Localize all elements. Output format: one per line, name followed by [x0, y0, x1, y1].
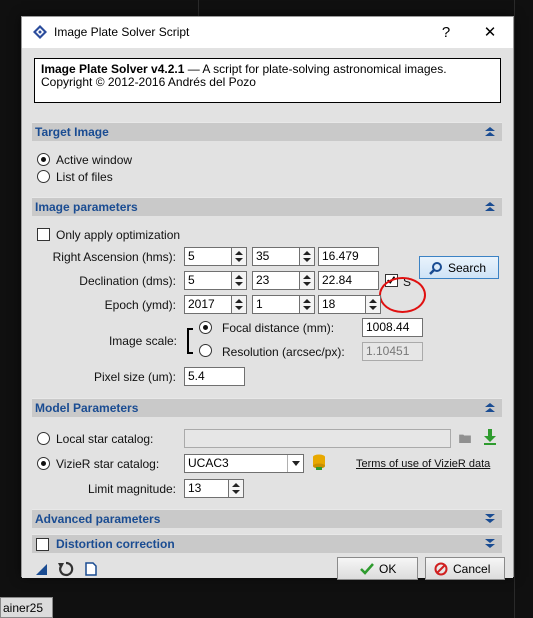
pixel-size-field[interactable]: 5.4 [184, 367, 245, 386]
vizier-catalog-value: UCAC3 [188, 456, 229, 470]
script-name: Image Plate Solver v4.2.1 [41, 62, 185, 76]
local-catalog-label: Local star catalog: [56, 432, 154, 446]
resolution-label: Resolution (arcsec/px): [222, 345, 345, 359]
section-title: Model Parameters [35, 401, 139, 415]
chevron-down-icon[interactable] [287, 455, 303, 472]
section-title: Image parameters [35, 200, 138, 214]
reset-icon[interactable] [57, 560, 75, 578]
dec-label: Declination (dms): [79, 274, 176, 288]
new-instance-icon[interactable] [34, 562, 48, 576]
dec-minutes-spinner[interactable] [300, 271, 315, 290]
local-catalog-field [184, 429, 451, 448]
resolution-radio[interactable] [199, 344, 212, 357]
ra-hours-field[interactable]: 5 [184, 247, 232, 266]
epoch-year-spinner[interactable] [232, 295, 247, 314]
ra-minutes-spinner[interactable] [300, 247, 315, 266]
search-button-label: Search [448, 261, 487, 275]
vizier-catalog-radio[interactable] [37, 457, 50, 470]
ok-button-label: OK [379, 562, 397, 576]
image-scale-label: Image scale: [108, 334, 177, 348]
plate-solver-dialog: Image Plate Solver Script ? ✕ Image Plat… [21, 16, 514, 580]
desktop-background-line [198, 0, 199, 16]
background-window-tab-label: ainer25 [3, 601, 44, 615]
section-advanced-parameters[interactable]: Advanced parameters [32, 509, 502, 528]
epoch-day-field[interactable]: 18 [318, 295, 366, 314]
epoch-month-field[interactable]: 1 [252, 295, 300, 314]
terms-of-use-link[interactable]: Terms of use of VizieR data [356, 458, 490, 470]
limit-magnitude-label: Limit magnitude: [87, 482, 176, 496]
ra-label: Right Ascension (hms): [52, 250, 176, 264]
section-title: Target Image [35, 125, 109, 139]
checkmark-icon [360, 563, 374, 575]
vizier-catalog-select[interactable]: UCAC3 [184, 454, 304, 473]
list-of-files-radio[interactable] [37, 170, 50, 183]
folder-icon[interactable] [459, 433, 471, 443]
section-distortion-correction[interactable]: Distortion correction [32, 534, 502, 553]
limit-magnitude-field[interactable]: 13 [184, 479, 229, 498]
cancel-button-label: Cancel [453, 562, 491, 576]
section-title: Distortion correction [56, 537, 175, 551]
section-title: Advanced parameters [35, 512, 161, 526]
resolution-field: 1.10451 [362, 342, 423, 361]
ra-hours-spinner[interactable] [232, 247, 247, 266]
list-of-files-label: List of files [56, 170, 113, 184]
limit-magnitude-spinner[interactable] [229, 479, 244, 498]
epoch-label: Epoch (ymd): [104, 298, 176, 312]
database-icon[interactable] [312, 454, 326, 470]
section-model-parameters[interactable]: Model Parameters [32, 398, 502, 417]
help-button[interactable]: ? [424, 17, 468, 48]
background-window-tab[interactable]: ainer25 [0, 597, 53, 618]
only-apply-optimization-checkbox[interactable] [37, 228, 50, 241]
desktop-background-line [514, 0, 515, 618]
collapse-icon[interactable] [484, 201, 496, 213]
search-icon [429, 262, 442, 275]
pixinsight-app-icon [33, 25, 47, 39]
section-target-image[interactable]: Target Image [32, 122, 502, 141]
ok-button[interactable]: OK [337, 557, 418, 580]
active-window-label: Active window [56, 153, 133, 167]
focal-distance-label: Focal distance (mm): [222, 321, 335, 335]
only-apply-optimization-label: Only apply optimization [56, 228, 181, 242]
search-button[interactable]: Search [419, 256, 499, 279]
highlight-annotation-circle [379, 277, 426, 313]
bracket-icon [187, 328, 193, 354]
script-info-box: Image Plate Solver v4.2.1 — A script for… [34, 58, 501, 103]
dec-minutes-field[interactable]: 23 [252, 271, 300, 290]
active-window-radio[interactable] [37, 153, 50, 166]
pixel-size-label: Pixel size (um): [93, 370, 176, 384]
ra-seconds-field[interactable]: 16.479 [318, 247, 379, 266]
focal-distance-radio[interactable] [199, 321, 212, 334]
expand-icon[interactable] [484, 513, 496, 525]
window-title: Image Plate Solver Script [54, 25, 190, 39]
dialog-content: Image Plate Solver v4.2.1 — A script for… [22, 48, 513, 580]
script-description: — A script for plate-solving astronomica… [184, 62, 447, 76]
expand-icon[interactable] [484, 538, 496, 550]
close-button[interactable]: ✕ [468, 17, 512, 48]
section-image-parameters[interactable]: Image parameters [32, 197, 502, 216]
epoch-month-spinner[interactable] [300, 295, 315, 314]
collapse-icon[interactable] [484, 126, 496, 138]
focal-distance-field[interactable]: 1008.44 [362, 318, 423, 337]
dec-degrees-spinner[interactable] [232, 271, 247, 290]
distortion-correction-checkbox[interactable] [36, 538, 49, 551]
ra-minutes-field[interactable]: 35 [252, 247, 300, 266]
title-bar: Image Plate Solver Script ? ✕ [22, 17, 513, 48]
cancel-button[interactable]: Cancel [425, 557, 505, 580]
local-catalog-radio[interactable] [37, 432, 50, 445]
script-copyright: Copyright © 2012-2016 Andrés del Pozo [41, 75, 256, 89]
dec-seconds-field[interactable]: 22.84 [318, 271, 379, 290]
epoch-day-spinner[interactable] [366, 295, 381, 314]
download-icon[interactable] [483, 429, 497, 445]
collapse-icon[interactable] [484, 402, 496, 414]
cancel-icon [434, 562, 448, 576]
vizier-catalog-label: VizieR star catalog: [56, 457, 160, 471]
epoch-year-field[interactable]: 2017 [184, 295, 232, 314]
document-icon[interactable] [85, 562, 97, 576]
dec-degrees-field[interactable]: 5 [184, 271, 232, 290]
